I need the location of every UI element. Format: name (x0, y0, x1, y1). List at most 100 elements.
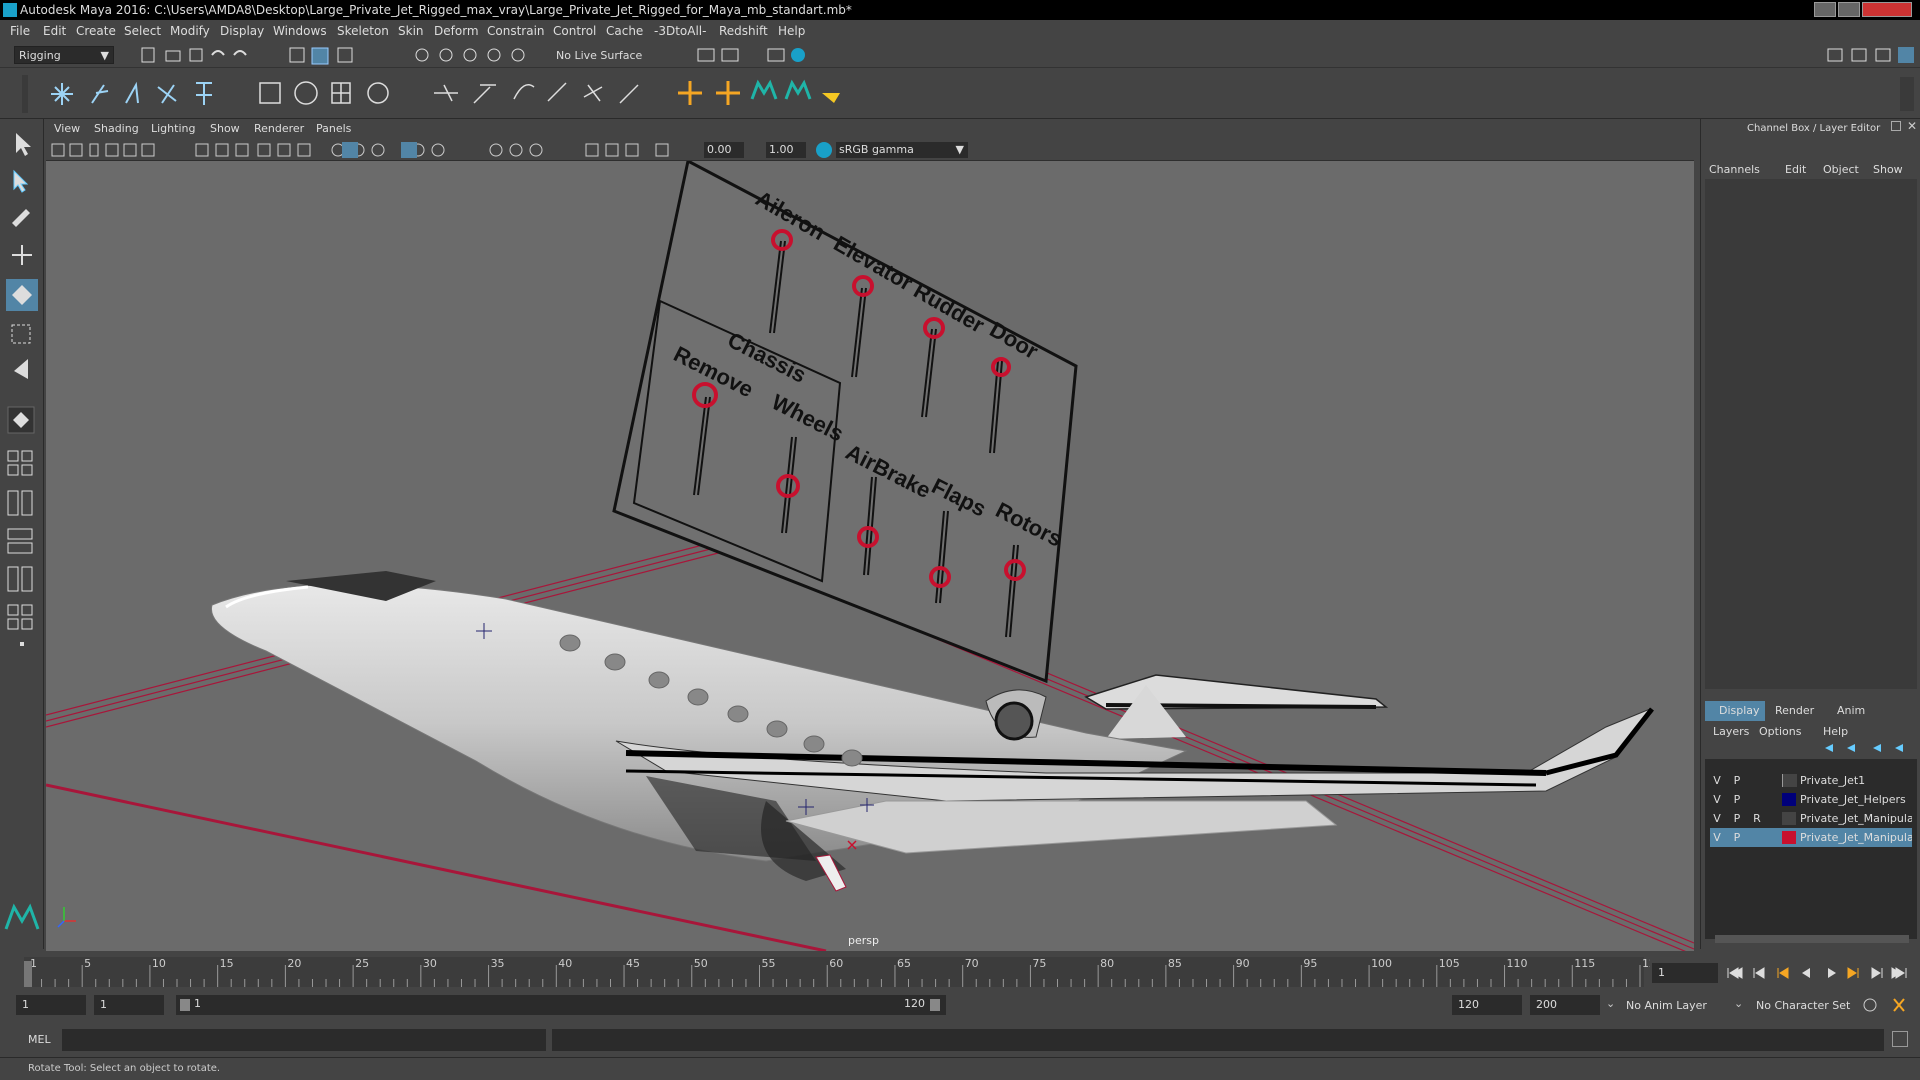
viewport-tool-icons[interactable] (46, 139, 706, 161)
layer-name[interactable]: Private_Jet1 (1800, 771, 1912, 790)
layer-row-selected[interactable]: V P Private_Jet_Manipulators1 (1710, 828, 1912, 847)
menu-set-dropdown[interactable]: Rigging ▼ (14, 46, 114, 64)
vp-menu-panels[interactable]: Panels (316, 122, 351, 135)
layer-display-type[interactable]: R (1750, 809, 1764, 828)
menu-deform[interactable]: Deform (434, 24, 479, 38)
layer-row[interactable]: V P Private_Jet_Helpers (1710, 790, 1912, 809)
vp-menu-renderer[interactable]: Renderer (254, 122, 304, 135)
range-start-field[interactable]: 1 (16, 995, 86, 1015)
command-input[interactable] (62, 1029, 546, 1051)
render-tools-group[interactable] (696, 45, 816, 65)
live-surface-field[interactable]: No Live Surface (556, 49, 642, 62)
anim-layer-dropdown[interactable]: No Anim Layer (1626, 999, 1707, 1012)
layer-playback-toggle[interactable]: P (1730, 828, 1744, 847)
range-end-field[interactable]: 200 (1530, 995, 1600, 1015)
layer-color-swatch[interactable] (1782, 812, 1796, 825)
vp-menu-lighting[interactable]: Lighting (151, 122, 195, 135)
exposure-field[interactable]: 0.00 (704, 142, 744, 158)
layer-action-icons[interactable] (1821, 741, 1911, 755)
layer-list-scrollbar[interactable] (1715, 935, 1909, 943)
command-language-label[interactable]: MEL (28, 1033, 51, 1046)
layer-playback-toggle[interactable]: P (1730, 771, 1744, 790)
menu-skin[interactable]: Skin (398, 24, 424, 38)
tab-anim[interactable]: Anim (1837, 704, 1865, 717)
workspace-toggle-group[interactable] (1826, 45, 1916, 65)
layer-menu-layers[interactable]: Layers (1713, 725, 1749, 738)
tab-render[interactable]: Render (1775, 704, 1814, 717)
animation-prefs-icon (1863, 998, 1877, 1012)
layer-playback-toggle[interactable]: P (1730, 790, 1744, 809)
shelf-icons[interactable] (0, 69, 1920, 119)
menu-constrain[interactable]: Constrain (487, 24, 545, 38)
color-space-dropdown[interactable]: sRGB gamma ▼ (836, 142, 968, 158)
range-end-handle[interactable] (930, 999, 940, 1011)
minimize-button[interactable] (1814, 2, 1836, 17)
tab-display[interactable]: Display (1705, 701, 1765, 721)
maya-app-icon (3, 3, 17, 17)
chevron-down-icon[interactable]: ⌄ (1606, 997, 1615, 1010)
menu-create[interactable]: Create (76, 24, 116, 38)
vp-menu-show[interactable]: Show (210, 122, 240, 135)
menu-3dtoall[interactable]: -3DtoAll- (654, 24, 706, 38)
playback-controls[interactable] (1724, 963, 1916, 983)
layer-color-swatch[interactable] (1782, 793, 1796, 806)
vp-menu-view[interactable]: View (54, 122, 80, 135)
script-editor-icon[interactable] (1892, 1031, 1908, 1047)
go-to-start-icon (1727, 967, 1743, 979)
layer-name[interactable]: Private_Jet_Helpers (1800, 790, 1912, 809)
window (841, 749, 863, 767)
layer-visibility-toggle[interactable]: V (1710, 771, 1724, 790)
menu-cache[interactable]: Cache (606, 24, 643, 38)
float-panel-icon[interactable] (1891, 121, 1901, 131)
close-panel-icon[interactable]: ✕ (1907, 119, 1917, 133)
cb-menu-object[interactable]: Object (1823, 163, 1859, 176)
layer-menu-help[interactable]: Help (1823, 725, 1848, 738)
menu-redshift[interactable]: Redshift (719, 24, 768, 38)
layer-row[interactable]: V P R Private_Jet_Manipulators (1710, 809, 1912, 828)
menu-select[interactable]: Select (124, 24, 161, 38)
gamma-field[interactable]: 1.00 (766, 142, 806, 158)
menu-edit[interactable]: Edit (43, 24, 66, 38)
menu-display[interactable]: Display (220, 24, 264, 38)
menu-file[interactable]: File (10, 24, 30, 38)
layer-color-swatch[interactable] (1782, 774, 1797, 787)
cb-menu-edit[interactable]: Edit (1785, 163, 1806, 176)
channel-list-area[interactable] (1705, 179, 1917, 689)
menu-help[interactable]: Help (778, 24, 805, 38)
chevron-down-icon[interactable]: ⌄ (1734, 997, 1743, 1010)
time-slider[interactable]: 1 5 10 15 20 25 30 35 40 45 50 55 60 65 70 75 80 85 90 95 10… (0, 951, 1920, 991)
menu-control[interactable]: Control (553, 24, 596, 38)
layer-playback-toggle[interactable]: P (1730, 809, 1744, 828)
layer-visibility-toggle[interactable]: V (1710, 828, 1724, 847)
playback-start-field[interactable]: 1 (94, 995, 164, 1015)
menu-skeleton[interactable]: Skeleton (337, 24, 389, 38)
auto-key-group[interactable] (1860, 995, 1916, 1015)
close-button[interactable] (1862, 2, 1912, 17)
current-frame-field[interactable]: 1 (1652, 963, 1718, 983)
viewport-persp[interactable]: Aileron Elevator Rudder Door Chassis Rem… (46, 161, 1694, 951)
layer-menu-options[interactable]: Options (1759, 725, 1801, 738)
snap-tools-group[interactable] (412, 45, 542, 65)
layer-color-swatch[interactable] (1782, 831, 1796, 844)
playback-end-field[interactable]: 120 (1452, 995, 1522, 1015)
layer-name[interactable]: Private_Jet_Manipulators (1800, 809, 1912, 828)
color-management-icon[interactable] (816, 142, 832, 158)
menu-modify[interactable]: Modify (170, 24, 210, 38)
range-start-handle[interactable] (180, 999, 190, 1011)
file-tools-group[interactable] (140, 45, 400, 65)
step-back-key-icon (1777, 967, 1789, 979)
viewport-menu-bar: View Shading Lighting Show Renderer Pane… (46, 120, 1694, 138)
layer-visibility-toggle[interactable]: V (1710, 790, 1724, 809)
layer-visibility-toggle[interactable]: V (1710, 809, 1724, 828)
range-bar[interactable]: 1 120 (176, 995, 946, 1015)
maximize-button[interactable] (1838, 2, 1860, 17)
toolbox-icons[interactable] (0, 119, 44, 949)
time-ruler[interactable]: 1 5 10 15 20 25 30 35 40 45 50 55 60 65 70 75 80 85 90 95 10… (0, 951, 1650, 991)
character-set-dropdown[interactable]: No Character Set (1756, 999, 1850, 1012)
layer-row[interactable]: V P Private_Jet1 (1710, 771, 1912, 790)
menu-windows[interactable]: Windows (273, 24, 327, 38)
cb-menu-channels[interactable]: Channels (1709, 163, 1760, 176)
cb-menu-show[interactable]: Show (1873, 163, 1903, 176)
layer-name[interactable]: Private_Jet_Manipulators1 (1800, 828, 1912, 847)
vp-menu-shading[interactable]: Shading (94, 122, 139, 135)
